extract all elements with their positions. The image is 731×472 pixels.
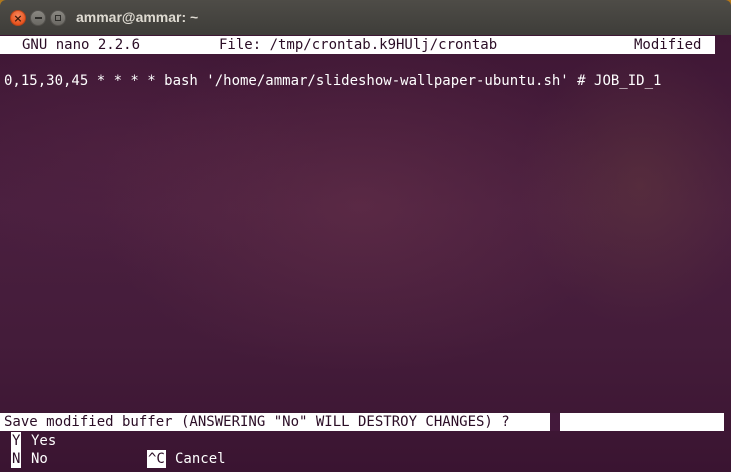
option-cancel-key[interactable]: ^C: [147, 450, 166, 468]
nano-header-bar: GNU nano 2.2.6 File: /tmp/crontab.k9HUlj…: [0, 36, 715, 54]
minimize-icon: [34, 17, 42, 19]
minimize-button[interactable]: [30, 10, 46, 26]
close-icon: ×: [13, 11, 23, 25]
option-no-label: No: [31, 451, 48, 467]
maximize-icon: [55, 15, 61, 21]
buffer-line[interactable]: 0,15,30,45 * * * * bash '/home/ammar/sli…: [4, 72, 661, 90]
option-no-key[interactable]: N: [11, 450, 22, 468]
option-yes-key[interactable]: Y: [11, 432, 22, 450]
nano-file-name: File: /tmp/crontab.k9HUlj/crontab: [219, 37, 498, 53]
prompt-input-cursor[interactable]: [550, 413, 560, 431]
nano-modified-status: Modified: [634, 37, 702, 53]
option-yes[interactable]: Y Yes: [0, 432, 731, 450]
option-yes-label: Yes: [31, 433, 57, 449]
maximize-button[interactable]: [50, 10, 66, 26]
save-prompt-text: Save modified buffer (ANSWERING "No" WIL…: [4, 414, 510, 430]
option-no[interactable]: N No ^C Cancel: [0, 450, 731, 468]
close-button[interactable]: ×: [10, 10, 26, 26]
window-titlebar[interactable]: × ammar@ammar: ~: [0, 0, 731, 36]
nano-version: GNU nano 2.2.6: [22, 37, 141, 53]
option-cancel-label: Cancel: [175, 451, 226, 467]
terminal-window: × ammar@ammar: ~ GNU nano 2.2.6 File: /t…: [0, 0, 731, 472]
window-title: ammar@ammar: ~: [76, 9, 199, 25]
save-prompt-bar[interactable]: Save modified buffer (ANSWERING "No" WIL…: [0, 413, 724, 431]
terminal-area[interactable]: GNU nano 2.2.6 File: /tmp/crontab.k9HUlj…: [0, 35, 731, 472]
